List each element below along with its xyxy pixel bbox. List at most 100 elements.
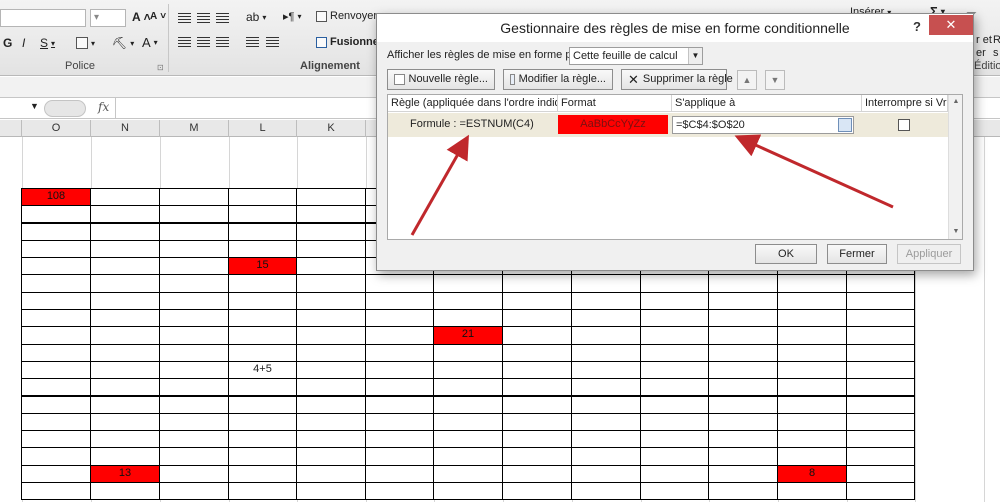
- new-rule-button[interactable]: Nouvelle règle...: [387, 69, 495, 90]
- table-cell[interactable]: [159, 430, 229, 449]
- table-cell[interactable]: [296, 291, 366, 310]
- table-cell[interactable]: 8: [777, 464, 847, 483]
- table-cell[interactable]: 108: [21, 187, 91, 207]
- column-header-n[interactable]: N: [91, 120, 160, 137]
- table-cell[interactable]: [846, 274, 915, 293]
- rules-scrollbar[interactable]: ▲ ▼: [948, 95, 962, 239]
- table-cell[interactable]: [296, 239, 366, 259]
- paragraph-button[interactable]: ▸¶ ▾: [283, 10, 301, 23]
- table-cell[interactable]: [90, 482, 160, 501]
- table-cell[interactable]: [777, 430, 847, 449]
- table-cell[interactable]: [571, 291, 641, 310]
- table-cell[interactable]: [708, 378, 778, 397]
- table-cell[interactable]: [502, 430, 572, 449]
- font-dialog-launcher-icon[interactable]: ⊡: [157, 63, 164, 72]
- table-cell[interactable]: 13: [90, 464, 160, 483]
- rules-table[interactable]: Règle (appliquée dans l'ordre indiqué) F…: [387, 94, 963, 240]
- table-cell[interactable]: [21, 360, 91, 380]
- table-cell[interactable]: [296, 395, 366, 414]
- table-cell[interactable]: 15: [228, 257, 297, 276]
- table-cell[interactable]: [777, 447, 847, 466]
- table-cell[interactable]: [640, 291, 709, 310]
- show-rules-select[interactable]: Cette feuille de calcul ▼: [569, 47, 703, 65]
- table-cell[interactable]: [21, 343, 91, 362]
- table-cell[interactable]: [708, 464, 778, 483]
- table-cell[interactable]: [90, 343, 160, 362]
- table-cell[interactable]: [159, 360, 229, 380]
- table-cell[interactable]: [159, 412, 229, 432]
- table-cell[interactable]: [365, 395, 434, 414]
- table-cell[interactable]: [228, 378, 297, 397]
- table-cell[interactable]: [777, 274, 847, 293]
- table-cell[interactable]: [159, 291, 229, 310]
- align-top-button[interactable]: [178, 13, 191, 23]
- delete-rule-button[interactable]: ✕ Supprimer la règle: [621, 69, 733, 90]
- table-cell[interactable]: [365, 412, 434, 432]
- table-cell[interactable]: [433, 412, 503, 432]
- table-cell[interactable]: [21, 378, 91, 397]
- wrap-text-button[interactable]: Renvoyer: [316, 10, 377, 22]
- table-cell[interactable]: [433, 482, 503, 501]
- table-cell[interactable]: [777, 378, 847, 397]
- borders-button[interactable]: ▾: [76, 37, 95, 49]
- table-cell[interactable]: [296, 343, 366, 362]
- table-cell[interactable]: [159, 205, 229, 224]
- table-cell[interactable]: [296, 447, 366, 466]
- table-cell[interactable]: [296, 205, 366, 224]
- table-cell[interactable]: [21, 395, 91, 414]
- table-cell[interactable]: [365, 464, 434, 483]
- table-cell[interactable]: [90, 447, 160, 466]
- table-cell[interactable]: [640, 447, 709, 466]
- close-button[interactable]: Fermer: [827, 244, 887, 264]
- table-cell[interactable]: [21, 291, 91, 310]
- table-cell[interactable]: [846, 309, 915, 328]
- table-cell[interactable]: [433, 291, 503, 310]
- table-cell[interactable]: [502, 274, 572, 293]
- align-bottom-button[interactable]: [216, 13, 229, 23]
- table-cell[interactable]: [296, 274, 366, 293]
- table-cell[interactable]: [433, 378, 503, 397]
- table-cell[interactable]: [640, 343, 709, 362]
- table-cell[interactable]: [90, 205, 160, 224]
- table-cell[interactable]: [571, 482, 641, 501]
- column-header-l[interactable]: L: [229, 120, 297, 137]
- table-cell[interactable]: [777, 343, 847, 362]
- table-cell[interactable]: [846, 464, 915, 483]
- table-cell[interactable]: [571, 464, 641, 483]
- table-cell[interactable]: [228, 239, 297, 259]
- range-picker-icon[interactable]: [838, 118, 852, 132]
- table-cell[interactable]: [228, 205, 297, 224]
- table-cell[interactable]: [571, 343, 641, 362]
- table-cell[interactable]: [365, 343, 434, 362]
- table-cell[interactable]: [846, 360, 915, 380]
- table-cell[interactable]: [90, 326, 160, 345]
- table-cell[interactable]: [296, 482, 366, 501]
- table-cell[interactable]: [365, 291, 434, 310]
- align-right-button[interactable]: [216, 37, 229, 47]
- table-cell[interactable]: [571, 395, 641, 414]
- table-cell[interactable]: [21, 222, 91, 241]
- table-cell[interactable]: [571, 447, 641, 466]
- merge-button[interactable]: Fusionner: [316, 36, 383, 48]
- table-cell[interactable]: [708, 430, 778, 449]
- table-cell[interactable]: [21, 430, 91, 449]
- underline-button[interactable]: S ▾: [40, 36, 55, 50]
- table-cell[interactable]: [433, 274, 503, 293]
- table-cell[interactable]: [571, 412, 641, 432]
- table-cell[interactable]: [21, 257, 91, 276]
- table-cell[interactable]: [21, 464, 91, 483]
- table-cell[interactable]: [640, 412, 709, 432]
- corner-cell[interactable]: [0, 120, 22, 137]
- fill-color-button[interactable]: ⛏ ▾: [112, 36, 134, 50]
- table-cell[interactable]: [159, 378, 229, 397]
- table-cell[interactable]: [365, 360, 434, 380]
- table-cell[interactable]: [365, 309, 434, 328]
- bold-button[interactable]: G: [3, 36, 12, 50]
- apply-button[interactable]: Appliquer: [897, 244, 961, 264]
- table-cell[interactable]: [159, 274, 229, 293]
- table-cell[interactable]: [846, 482, 915, 501]
- font-size-combo[interactable]: ▾: [90, 9, 126, 27]
- scroll-up-icon[interactable]: ▲: [949, 95, 963, 109]
- table-cell[interactable]: [21, 326, 91, 345]
- table-cell[interactable]: [846, 395, 915, 414]
